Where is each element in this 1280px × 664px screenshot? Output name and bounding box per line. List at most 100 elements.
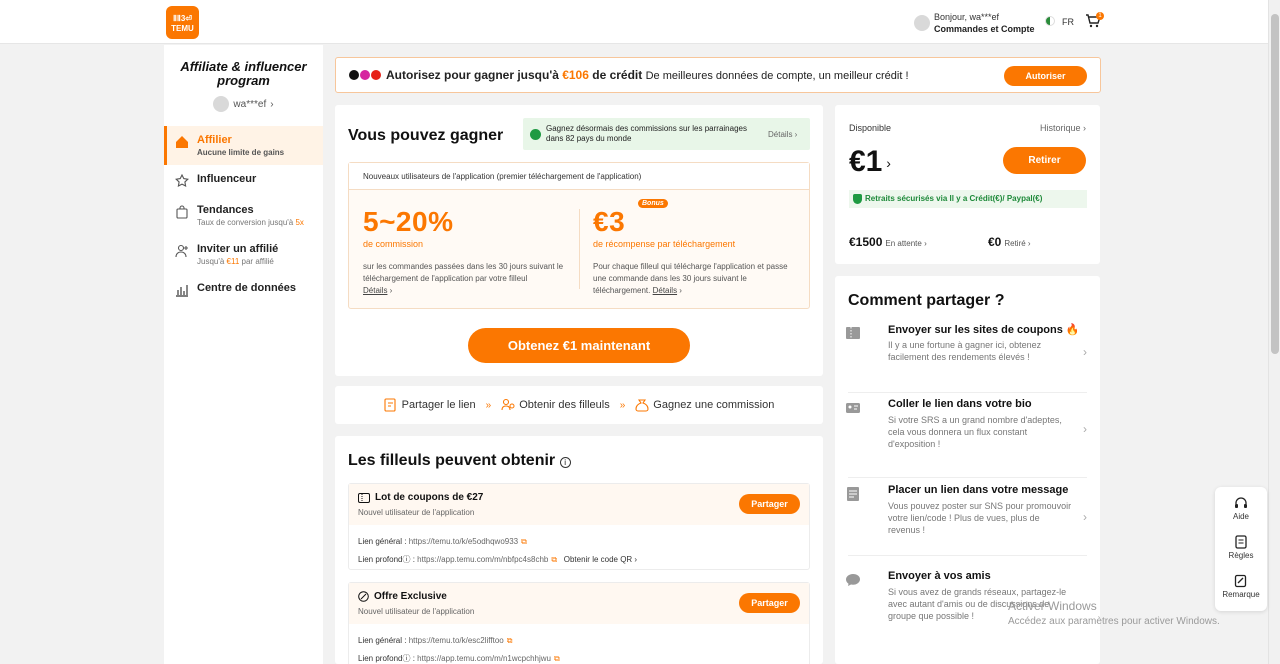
star-badge-icon xyxy=(175,174,189,188)
info-icon[interactable]: i xyxy=(559,457,571,468)
get-reward-button[interactable]: Obtenez €1 maintenant xyxy=(468,328,690,363)
step-label: Obtenir des filleuls xyxy=(519,399,610,411)
step-earn-commission: Gagnez une commission xyxy=(635,398,774,412)
country-flag-icon[interactable] xyxy=(1045,16,1055,26)
deep-link-url[interactable]: https://app.temu.com/m/n1wcpchhjwu xyxy=(417,654,551,663)
pending-label: En attente › xyxy=(885,239,927,248)
authorize-button[interactable]: Autoriser xyxy=(1004,66,1087,86)
reward-desc-text: Pour chaque filleul qui télécharge l'app… xyxy=(593,262,788,295)
deep-link-row: Lien profondⓘ : https://app.temu.com/m/n… xyxy=(358,654,560,663)
share-link-icon xyxy=(384,398,396,412)
sidebar-item-label: Influenceur xyxy=(197,173,257,185)
qr-code-link[interactable]: Obtenir le code QR › xyxy=(564,555,637,564)
sidebar-item-tendances[interactable]: Tendances Taux de conversion jusqu'à 5x xyxy=(164,196,323,235)
temu-logo[interactable]: ⅡⅡ3⏎ TEMU xyxy=(166,6,199,39)
referrals-title-text: Les filleuls peuvent obtenir xyxy=(348,452,556,469)
percent-icon xyxy=(358,591,369,602)
steps-bar: Partager le lien » Obtenir des filleuls … xyxy=(335,386,823,424)
edit-note-icon xyxy=(1234,574,1247,588)
scrollbar-thumb[interactable] xyxy=(1271,14,1279,354)
chevron-right-icon: › xyxy=(1083,345,1087,359)
withdrawn-amount: €0 xyxy=(988,235,1002,249)
coupon-name-text: Lot de coupons de €27 xyxy=(375,492,484,503)
windows-watermark-text: Accédez aux paramètres pour activer Wind… xyxy=(1008,616,1220,627)
id-card-icon xyxy=(846,403,860,413)
sub-highlight: 5x xyxy=(295,218,304,227)
help-panel: Aide Règles Remarque xyxy=(1215,487,1267,611)
copy-icon[interactable]: ⧉ xyxy=(521,537,527,546)
sub-text: par affilié xyxy=(239,257,274,266)
copy-icon[interactable]: ⧉ xyxy=(507,636,513,645)
flame-icon: 🔥 xyxy=(1065,324,1080,336)
banner-subtext: De meilleures données de compte, un meil… xyxy=(645,70,909,82)
reward-desc: Pour chaque filleul qui télécharge l'app… xyxy=(593,262,788,295)
share-option-desc: Vous pouvez poster sur SNS pour promouvo… xyxy=(888,501,1072,535)
general-link-url[interactable]: https://temu.to/k/esc2lifftoo xyxy=(409,636,504,645)
note-text: Gagnez désormais des commissions sur les… xyxy=(546,124,747,143)
language-selector[interactable]: FR xyxy=(1062,17,1074,27)
reward-label: de récompense par téléchargement xyxy=(593,239,736,249)
commission-value: 5~20% xyxy=(363,206,454,237)
share-button[interactable]: Partager xyxy=(739,494,800,514)
program-title-line1: Affiliate & influencer xyxy=(180,59,307,74)
sidebar-username: wa***ef xyxy=(233,98,267,110)
share-option-message[interactable]: Placer un lien dans votre message Vous p… xyxy=(847,484,1087,556)
tiktok-icon xyxy=(349,70,359,80)
banner-text-post: de crédit xyxy=(588,68,646,82)
general-link-url[interactable]: https://temu.to/k/e5odhqwo933 xyxy=(409,537,518,546)
withdraw-button[interactable]: Retirer xyxy=(1003,147,1086,174)
copy-icon[interactable]: ⧉ xyxy=(551,555,557,564)
pending-amount: €1500 xyxy=(849,235,883,249)
share-option-title: Coller le lien dans votre bio xyxy=(888,398,1032,410)
sidebar-item-label: Centre de données xyxy=(197,282,297,294)
rules-button[interactable]: Règles xyxy=(1215,535,1267,560)
deep-link-url[interactable]: https://app.temu.com/m/nbfpc4s8chb xyxy=(417,555,548,564)
balance-amount[interactable]: €1 › xyxy=(849,145,891,179)
share-option-title: Envoyer sur les sites de coupons 🔥 xyxy=(888,323,1080,336)
referrals-card: Les filleuls peuvent obtenir i Lot de co… xyxy=(335,436,823,664)
share-option-bio[interactable]: Coller le lien dans votre bio Si votre S… xyxy=(846,398,1087,478)
sidebar-user[interactable]: wa***ef › xyxy=(164,96,323,112)
sidebar-item-label: Tendances xyxy=(197,204,254,216)
commission-desc: sur les commandes passées dans les 30 jo… xyxy=(363,262,564,295)
commission-details-link[interactable]: Détails xyxy=(363,286,387,295)
sidebar: Affiliate & influencer program wa***ef ›… xyxy=(164,45,323,664)
reward-details-link[interactable]: Détails xyxy=(653,286,677,295)
shield-icon xyxy=(853,194,862,204)
avatar xyxy=(213,96,230,112)
sidebar-item-influenceur[interactable]: Influenceur xyxy=(164,165,323,196)
banner-text-pre: Autorisez pour gagner jusqu'à xyxy=(386,68,563,82)
bag-icon xyxy=(176,205,188,219)
windows-watermark-title: Activer Windows xyxy=(1008,599,1097,613)
feedback-button[interactable]: Remarque xyxy=(1215,574,1267,599)
deep-link-row: Lien profondⓘ : https://app.temu.com/m/n… xyxy=(358,555,638,564)
note-details-link[interactable]: Détails › xyxy=(768,130,797,139)
copy-icon[interactable]: ⧉ xyxy=(554,654,560,663)
feedback-label: Remarque xyxy=(1222,590,1260,599)
share-option-title-text: Envoyer sur les sites de coupons xyxy=(888,324,1063,336)
withdrawn-stat[interactable]: €0 Retiré › xyxy=(988,235,1031,249)
sidebar-item-centre-donnees[interactable]: Centre de données xyxy=(164,274,323,305)
greeting: Bonjour, wa***ef xyxy=(934,12,1000,22)
money-bag-icon xyxy=(635,399,649,412)
share-button[interactable]: Partager xyxy=(739,593,800,613)
history-link[interactable]: Historique › xyxy=(1040,123,1086,133)
sub-text: Taux de conversion jusqu'à xyxy=(197,218,296,227)
help-button[interactable]: Aide xyxy=(1215,496,1267,521)
step-arrow-icon: » xyxy=(619,399,626,411)
secure-withdrawal-note: Retraits sécurisés via Il y a Crédit(€)/… xyxy=(849,190,1087,208)
logo-mark: ⅡⅡ3⏎ xyxy=(172,14,193,23)
sidebar-item-inviter[interactable]: Inviter un affilié Jusqu'à €11 par affili… xyxy=(164,235,323,274)
balance-label: Disponible xyxy=(849,123,892,133)
account-menu[interactable]: Bonjour, wa***ef Commandes et Compte xyxy=(914,11,1035,35)
page-scrollbar[interactable] xyxy=(1268,0,1280,664)
earn-card: Vous pouvez gagner Gagnez désormais des … xyxy=(335,105,823,376)
sub-highlight: €11 xyxy=(226,257,240,266)
share-option-desc: Il y a une fortune à gagner ici, obtenez… xyxy=(888,340,1042,362)
share-option-coupons[interactable]: Envoyer sur les sites de coupons 🔥 Il y … xyxy=(846,323,1087,393)
sidebar-item-affilier[interactable]: Affilier Aucune limite de gains xyxy=(164,126,323,165)
banner-amount: €106 xyxy=(562,68,589,82)
sidebar-item-label: Inviter un affilié xyxy=(197,243,279,255)
rate-box-header: Nouveaux utilisateurs de l'application (… xyxy=(349,163,809,190)
pending-stat[interactable]: €1500 En attente › xyxy=(849,235,927,249)
